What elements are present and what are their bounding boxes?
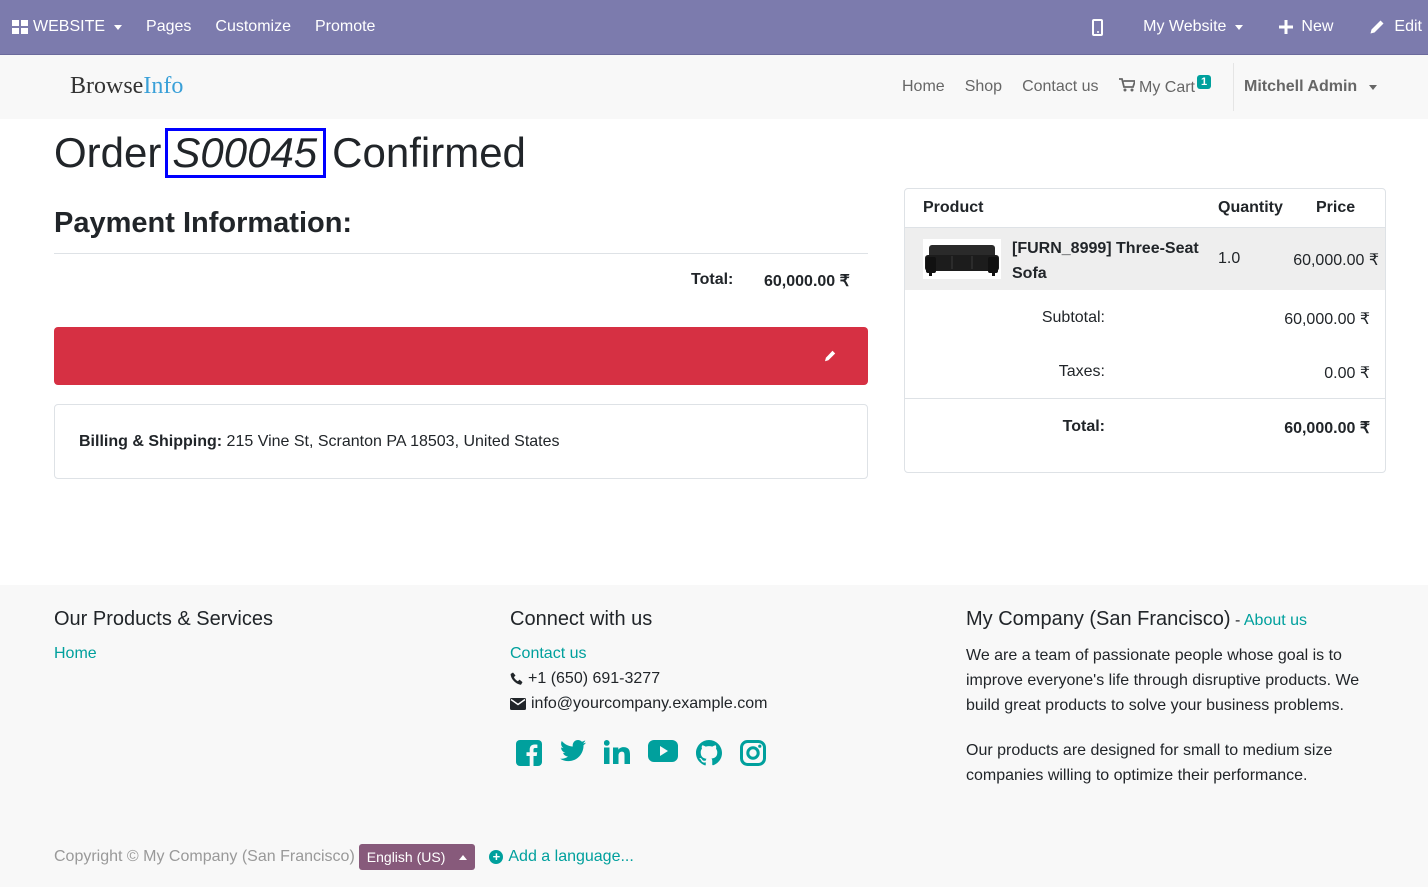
product-price: 60,000.00 ₹ [1293,252,1379,269]
twitter-icon[interactable] [560,740,586,774]
instagram-icon[interactable] [740,740,766,774]
apps-grid-icon [12,20,28,34]
brand-logo-part2: Info [143,73,184,99]
taxes-label: Taxes: [1058,363,1105,380]
plus-circle-icon: + [489,850,504,864]
footer-connect-title: Connect with us [510,608,653,630]
my-website-switcher[interactable]: My Website [1143,18,1244,36]
language-selector[interactable]: English (US) [358,844,476,870]
mobile-preview-button[interactable] [1092,18,1104,36]
footer-home-link[interactable]: Home [54,641,273,666]
payment-info-heading: Payment Information: [54,207,353,239]
subtotal-value: 60,000.00 ₹ [1284,311,1370,328]
github-icon[interactable] [696,740,722,774]
user-menu[interactable]: Mitchell Admin [1233,63,1378,111]
footer-products-column: Our Products & Services Home [54,607,273,666]
nav-my-cart[interactable]: My Cart 1 [1109,74,1222,97]
divider [905,398,1385,399]
my-website-label: My Website [1143,18,1227,35]
promote-menu[interactable]: Promote [315,18,375,36]
pencil-icon[interactable] [824,350,836,362]
order-number: S00045 [165,128,327,178]
user-name: Mitchell Admin [1244,78,1358,95]
main-nav: Home Shop Contact us My Cart 1 [892,55,1221,119]
product-quantity: 1.0 [1218,250,1241,267]
caret-down-icon [1369,84,1378,90]
website-menu-label: WEBSITE [33,18,106,35]
my-cart-label: My Cart [1139,78,1195,96]
summary-total-value: 60,000.00 ₹ [1284,420,1370,437]
summary-total-label: Total: [1062,418,1105,435]
linkedin-icon[interactable] [603,740,630,774]
youtube-icon[interactable] [648,740,678,774]
payment-status-alert [54,327,868,385]
footer-about-column: My Company (San Francisco) - About us We… [966,607,1386,788]
footer-connect-column: Connect with us Contact us +1 (650) 691-… [510,607,784,774]
caret-down-icon [114,24,123,30]
footer-contact-link[interactable]: Contact us [510,641,784,666]
summary-header-row: Product Quantity Price [905,189,1385,228]
mobile-phone-icon [1092,18,1104,36]
order-summary-card: Product Quantity Price [FURN_8999] Three… [904,188,1386,473]
edit-label: Edit [1394,18,1422,35]
about-paragraph-2: Our products are designed for small to m… [966,742,1333,784]
pencil-icon [1370,20,1384,34]
table-row: [FURN_8999] Three-Seat Sofa 1.0 60,000.0… [905,228,1385,290]
customize-menu[interactable]: Customize [215,18,291,36]
website-admin-bar: WEBSITE Pages Customize Promote My Websi… [0,0,1428,55]
nav-contact-us[interactable]: Contact us [1012,78,1108,96]
website-menu[interactable]: WEBSITE [12,18,123,36]
payment-total-label: Total: [691,271,734,288]
brand-logo-part1: Browse [70,73,144,99]
divider [54,253,868,254]
about-us-link[interactable]: About us [1244,612,1307,629]
order-title-suffix: Confirmed [332,129,526,176]
footer-phone-text: +1 (650) 691-3277 [528,670,661,687]
site-footer: Our Products & Services Home Connect wit… [0,585,1428,887]
about-paragraph-1: We are a team of passionate people whose… [966,647,1360,714]
add-language-label: Add a language... [508,848,634,865]
cart-count-badge: 1 [1197,74,1212,89]
footer-phone: +1 (650) 691-3277 [510,666,784,691]
product-name[interactable]: [FURN_8999] Three-Seat Sofa [1012,236,1212,286]
envelope-icon [510,697,526,710]
facebook-icon[interactable] [516,740,542,774]
product-image[interactable] [923,239,1001,279]
footer-email: info@yourcompany.example.com [510,691,784,716]
new-content-button[interactable]: New [1279,18,1333,36]
subtotal-label: Subtotal: [1041,309,1105,326]
col-header-price: Price [1316,199,1356,216]
billing-shipping-label: Billing & Shipping: [79,433,223,450]
taxes-value: 0.00 ₹ [1324,365,1370,382]
nav-home[interactable]: Home [892,78,955,96]
new-label: New [1301,18,1334,35]
copyright-text: Copyright © My Company (San Francisco) [54,848,355,865]
social-links [516,740,784,774]
title-separator: - [1230,612,1244,629]
shopping-cart-icon [1118,77,1136,91]
phone-icon [510,672,523,685]
language-label: English (US) [366,849,446,865]
edit-page-button[interactable]: Edit [1369,18,1422,36]
col-header-quantity: Quantity [1218,199,1283,216]
footer-products-title: Our Products & Services [54,608,273,630]
order-title-prefix: Order [54,129,162,176]
plus-icon [1279,20,1294,34]
nav-shop[interactable]: Shop [955,78,1012,96]
caret-up-icon [459,854,468,860]
site-header: BrowseInfo Home Shop Contact us My Cart 1… [0,55,1428,119]
billing-shipping-box: Billing & Shipping: 215 Vine St, Scranto… [54,404,868,479]
pages-menu[interactable]: Pages [146,18,191,36]
add-language-link[interactable]: + Add a language... [489,848,634,866]
company-name: My Company (San Francisco) [966,608,1231,630]
page-title: Order S00045 Confirmed [54,128,526,178]
payment-total-value: 60,000.00 ₹ [764,273,850,290]
copyright-bar: Copyright © My Company (San Francisco) E… [54,844,634,870]
billing-shipping-address: 215 Vine St, Scranton PA 18503, United S… [226,433,560,450]
footer-about-title: My Company (San Francisco) - About us [966,607,1386,633]
brand-logo[interactable]: BrowseInfo [70,73,183,100]
footer-email-text: info@yourcompany.example.com [531,695,768,712]
caret-down-icon [1235,24,1244,30]
col-header-product: Product [923,199,984,216]
